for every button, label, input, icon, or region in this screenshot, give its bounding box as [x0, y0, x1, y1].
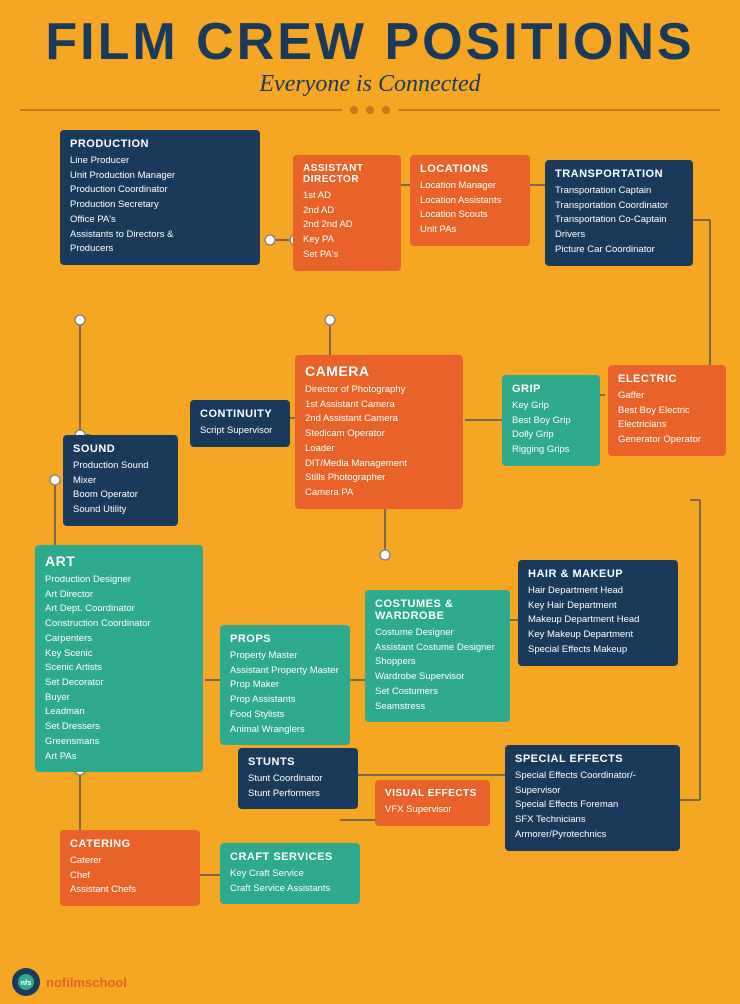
costumes-title: COSTUMES & WARDROBE [375, 598, 500, 622]
continuity-title: CONTINUITY [200, 408, 280, 420]
props-card: PROPS Property Master Assistant Property… [220, 625, 350, 745]
electric-title: ELECTRIC [618, 373, 716, 385]
production-card: PRODUCTION Line Producer Unit Production… [60, 130, 260, 265]
camera-list: Director of Photography 1st Assistant Ca… [305, 383, 453, 501]
special-effects-list: Special Effects Coordinator/- Supervisor… [515, 769, 670, 843]
assistant-director-title: ASSISTANT DIRECTOR [303, 163, 391, 185]
art-list: Production Designer Art Director Art Dep… [45, 573, 193, 764]
electric-card: ELECTRIC Gaffer Best Boy Electric Electr… [608, 365, 726, 456]
visual-effects-card: VISUAL EFFECTS VFX Supervisor [375, 780, 490, 826]
main-title: FILM CREW POSITIONS [0, 0, 740, 71]
art-card: ART Production Designer Art Director Art… [35, 545, 203, 772]
craft-services-list: Key Craft Service Craft Service Assistan… [230, 867, 350, 896]
electric-list: Gaffer Best Boy Electric Electricians Ge… [618, 389, 716, 448]
visual-effects-title: VISUAL EFFECTS [385, 788, 480, 799]
hair-makeup-card: HAIR & MAKEUP Hair Department Head Key H… [518, 560, 678, 666]
subtitle: Everyone is Connected [0, 71, 740, 98]
logo-area: nfs nofilmschool [12, 968, 127, 996]
catering-list: Caterer Chef Assistant Chefs [70, 854, 190, 898]
grip-title: GRIP [512, 383, 590, 395]
stunts-list: Stunt Coordinator Stunt Performers [248, 772, 348, 801]
continuity-card: CONTINUITY Script Supervisor [190, 400, 290, 447]
catering-card: CATERING Caterer Chef Assistant Chefs [60, 830, 200, 906]
svg-text:nfs: nfs [21, 980, 32, 987]
costumes-list: Costume Designer Assistant Costume Desig… [375, 626, 500, 714]
logo-icon: nfs [12, 968, 40, 996]
assistant-director-card: ASSISTANT DIRECTOR 1st AD 2nd AD 2nd 2nd… [293, 155, 401, 271]
special-effects-card: SPECIAL EFFECTS Special Effects Coordina… [505, 745, 680, 851]
stunts-card: STUNTS Stunt Coordinator Stunt Performer… [238, 748, 358, 809]
costumes-card: COSTUMES & WARDROBE Costume Designer Ass… [365, 590, 510, 722]
props-title: PROPS [230, 633, 340, 645]
locations-card: LOCATIONS Location Manager Location Assi… [410, 155, 530, 246]
logo-text: nofilmschool [46, 975, 127, 990]
sound-list: Production Sound Mixer Boom Operator Sou… [73, 459, 168, 518]
transportation-title: TRANSPORTATION [555, 168, 683, 180]
locations-list: Location Manager Location Assistants Loc… [420, 179, 520, 238]
grip-card: GRIP Key Grip Best Boy Grip Dolly Grip R… [502, 375, 600, 466]
visual-effects-list: VFX Supervisor [385, 803, 480, 818]
hair-makeup-title: HAIR & MAKEUP [528, 568, 668, 580]
sound-card: SOUND Production Sound Mixer Boom Operat… [63, 435, 178, 526]
logo-highlight: film [62, 975, 85, 990]
production-list: Line Producer Unit Production Manager Pr… [70, 154, 250, 257]
transportation-list: Transportation Captain Transportation Co… [555, 184, 683, 258]
locations-title: LOCATIONS [420, 163, 520, 175]
art-title: ART [45, 553, 193, 569]
production-title: PRODUCTION [70, 138, 250, 150]
special-effects-title: SPECIAL EFFECTS [515, 753, 670, 765]
stunts-title: STUNTS [248, 756, 348, 768]
props-list: Property Master Assistant Property Maste… [230, 649, 340, 737]
camera-card: CAMERA Director of Photography 1st Assis… [295, 355, 463, 509]
sound-title: SOUND [73, 443, 168, 455]
craft-services-card: CRAFT SERVICES Key Craft Service Craft S… [220, 843, 360, 904]
catering-title: CATERING [70, 838, 190, 850]
assistant-director-list: 1st AD 2nd AD 2nd 2nd AD Key PA Set PA's [303, 189, 391, 263]
grip-list: Key Grip Best Boy Grip Dolly Grip Riggin… [512, 399, 590, 458]
camera-title: CAMERA [305, 363, 453, 379]
craft-services-title: CRAFT SERVICES [230, 851, 350, 863]
hair-makeup-list: Hair Department Head Key Hair Department… [528, 584, 668, 658]
transportation-card: TRANSPORTATION Transportation Captain Tr… [545, 160, 693, 266]
continuity-list: Script Supervisor [200, 424, 280, 439]
